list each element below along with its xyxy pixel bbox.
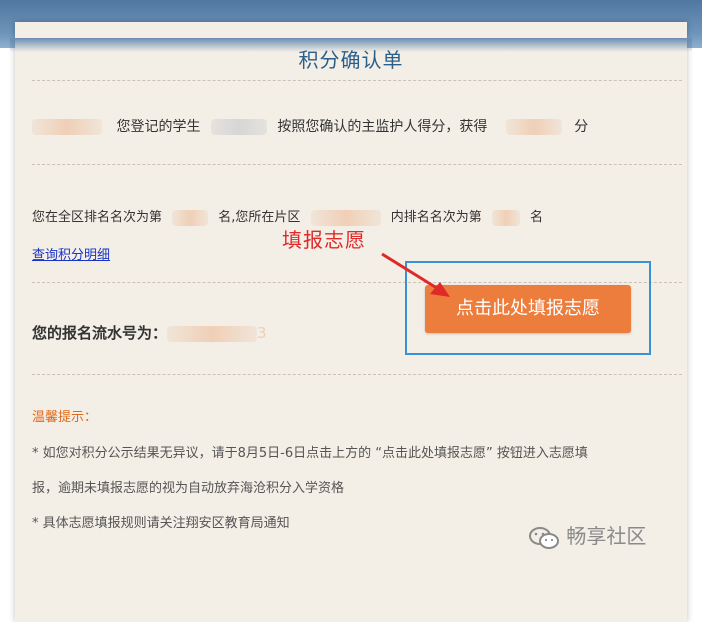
query-score-detail-link[interactable]: 查询积分明细 bbox=[32, 244, 110, 263]
serial-label: 您的报名流水号为： bbox=[32, 324, 168, 342]
divider bbox=[32, 374, 682, 375]
tips-title: 温馨提示： bbox=[32, 410, 98, 425]
redacted-score bbox=[505, 119, 562, 135]
redacted-student bbox=[210, 119, 267, 135]
wechat-icon bbox=[529, 526, 559, 549]
serial-number: 您的报名流水号为： 3 bbox=[32, 322, 267, 343]
watermark: 畅享社区 bbox=[528, 520, 646, 551]
score-text-b: 按照您确认的主监护人得分，获得 bbox=[277, 119, 488, 135]
ranking-summary: 您在全区排名名次为第 名,您所在片区 内排名名次为第 名 bbox=[32, 206, 543, 226]
rank-text-b: 名,您所在片区 bbox=[218, 210, 301, 225]
tip-line-1: * 如您对积分公示结果无异议，请于8月5日-6日点击上方的 “点击此处填报志愿”… bbox=[32, 446, 588, 461]
serial-tail: 3 bbox=[257, 324, 267, 342]
header-shadow bbox=[10, 38, 692, 52]
divider bbox=[32, 164, 682, 165]
redacted-serial bbox=[167, 325, 258, 342]
redacted-name bbox=[32, 119, 102, 135]
redacted-area-rank bbox=[491, 209, 520, 226]
divider bbox=[32, 80, 682, 81]
rank-text-c: 内排名名次为第 bbox=[390, 210, 482, 225]
redacted-rank bbox=[172, 209, 209, 226]
annotation-arrow-icon bbox=[381, 252, 450, 297]
annotation-label: 填报志愿 bbox=[282, 228, 366, 252]
rank-text-a: 您在全区排名名次为第 bbox=[32, 210, 163, 225]
score-summary: 您登记的学生 按照您确认的主监护人得分，获得 分 bbox=[32, 116, 588, 136]
score-text-a: 您登记的学生 bbox=[116, 119, 201, 135]
tip-line-2: 报，逾期未填报志愿的视为自动放弃海沧积分入学资格 bbox=[32, 481, 345, 496]
watermark-text: 畅享社区 bbox=[566, 524, 647, 548]
score-text-c: 分 bbox=[574, 119, 589, 135]
rank-text-d: 名 bbox=[530, 210, 544, 225]
